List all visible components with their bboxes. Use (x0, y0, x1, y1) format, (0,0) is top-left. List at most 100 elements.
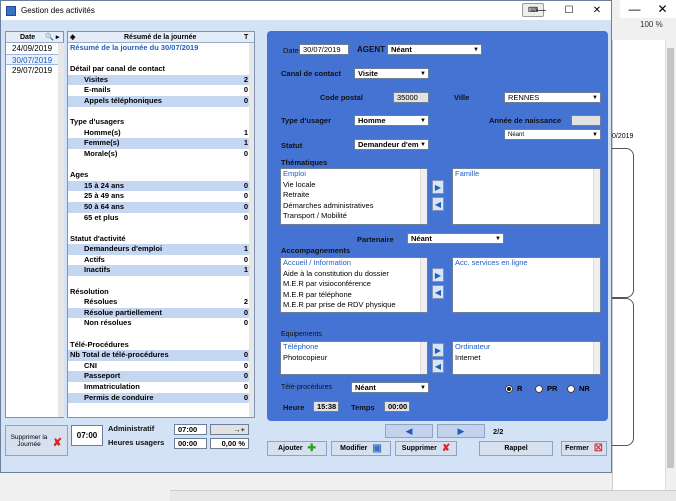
status-dropdown[interactable]: Demandeur d'em ▼ (354, 139, 429, 150)
city-dropdown[interactable]: RENNES ▼ (504, 92, 601, 103)
summary-row[interactable]: Résolue partiellement 0 (68, 307, 254, 319)
summary-row[interactable] (68, 276, 254, 287)
thematics-available-list[interactable]: Emploi Vie locale Retraite Démarches admini… (280, 168, 428, 225)
summary-row[interactable]: Résolution (68, 287, 254, 298)
summary-row[interactable]: Passeport 0 (68, 371, 254, 382)
postal-code-field[interactable]: 35000 (393, 92, 429, 103)
summary-row[interactable]: Morale(s) 0 (68, 149, 254, 160)
date-field[interactable]: 30/07/2019 (299, 44, 349, 55)
date-list-item[interactable]: 24/09/2019 (6, 43, 63, 54)
summary-row[interactable] (68, 329, 254, 340)
title-bar[interactable]: Gestion des activités ⌨ — ☐ ✕ (1, 1, 611, 20)
summary-row[interactable] (68, 107, 254, 118)
list-option[interactable]: Vie locale (281, 180, 427, 191)
support-selected-list[interactable]: Acc. services en ligne (452, 257, 601, 313)
add-equipment-button[interactable]: ▶ (432, 343, 444, 357)
summary-row[interactable]: Actifs 0 (68, 255, 254, 266)
add-thematic-button[interactable]: ▶ (432, 180, 444, 194)
summary-row[interactable]: Détail par canal de contact (68, 64, 254, 75)
summary-row[interactable]: 65 et plus 0 (68, 213, 254, 224)
add-button[interactable]: Ajouter ✚ (267, 441, 327, 456)
summary-row[interactable]: Résolues 2 (68, 297, 254, 308)
summary-row[interactable]: Immatriculation 0 (68, 382, 254, 393)
birth-year-field[interactable] (571, 115, 601, 126)
summary-row[interactable]: Télé-Procédures (68, 340, 254, 351)
remove-equipment-button[interactable]: ◀ (432, 359, 444, 373)
radio-pr[interactable]: PR (535, 384, 557, 393)
list-option[interactable]: Ordinateur (453, 342, 600, 353)
list-scrollbar[interactable] (593, 169, 600, 224)
canal-dropdown[interactable]: Visite ▼ (354, 68, 429, 79)
radio-r[interactable]: R (505, 384, 522, 393)
background-scroll-thumb[interactable] (667, 48, 674, 468)
summary-row[interactable]: Demandeurs d'emploi 1 (68, 244, 254, 255)
edit-button[interactable]: Modifier ▣ (331, 441, 391, 456)
summary-row[interactable]: Visites 2 (68, 74, 254, 86)
list-option[interactable]: Famille (453, 169, 600, 180)
summary-row[interactable]: Appels téléphoniques 0 (68, 95, 254, 107)
remove-support-button[interactable]: ◀ (432, 285, 444, 299)
list-option[interactable]: Transport / Mobilité (281, 211, 427, 222)
list-scrollbar[interactable] (593, 258, 600, 312)
equipment-available-list[interactable]: Téléphone Photocopieur (280, 341, 428, 375)
summary-row[interactable]: 25 à 49 ans 0 (68, 191, 254, 202)
list-option[interactable]: Emploi (281, 169, 427, 180)
summary-scrollbar[interactable] (249, 43, 254, 417)
birth-year-dropdown[interactable]: Néant ▼ (504, 129, 601, 140)
summary-row[interactable] (68, 160, 254, 171)
equipment-selected-list[interactable]: Ordinateur Internet (452, 341, 601, 375)
summary-row[interactable] (68, 223, 254, 234)
list-option[interactable]: Accueil / Information (281, 258, 427, 269)
close-form-button[interactable]: Fermer ☒ (561, 441, 607, 456)
user-type-dropdown[interactable]: Homme ▼ (354, 115, 429, 126)
delete-button[interactable]: Supprimer ✘ (395, 441, 457, 456)
add-support-button[interactable]: ▶ (432, 268, 444, 282)
background-horizontal-scrollbar[interactable] (170, 490, 676, 501)
admin-time-field[interactable]: 07:00 (174, 424, 207, 435)
teleprocedure-dropdown[interactable]: Néant ▼ (351, 382, 429, 393)
list-scrollbar[interactable] (420, 258, 427, 312)
summary-row[interactable]: Type d'usagers (68, 117, 254, 128)
summary-row[interactable]: Résumé de la journée du 30/07/2019 (68, 43, 254, 54)
close-button[interactable]: ✕ (583, 1, 611, 20)
date-list-scrollbar[interactable] (58, 43, 64, 417)
summary-row[interactable]: Homme(s) 1 (68, 128, 254, 139)
list-option[interactable]: M.E.R par prise de RDV physique (281, 300, 427, 311)
list-option[interactable]: Photocopieur (281, 353, 427, 364)
summary-row[interactable]: Permis de conduire 0 (68, 392, 254, 404)
background-close-icon[interactable]: ✕ (657, 2, 667, 16)
delete-day-button[interactable]: Supprimer la Journée ✘ (5, 425, 68, 456)
summary-row[interactable] (68, 54, 254, 65)
list-option[interactable]: Acc. services en ligne (453, 258, 600, 269)
maximize-button[interactable]: ☐ (555, 1, 583, 20)
background-minimize-icon[interactable]: — (628, 2, 640, 16)
sort-arrow-icon[interactable]: ▸ (54, 33, 60, 41)
list-option[interactable]: Téléphone (281, 342, 427, 353)
admin-adjust[interactable]: →+ (210, 424, 249, 435)
previous-page-button[interactable]: ◀ (385, 424, 433, 438)
date-column-header[interactable]: Date 🔍 ▸ (6, 32, 63, 43)
summary-row[interactable]: Statut d'activité (68, 234, 254, 245)
list-scrollbar[interactable] (420, 342, 427, 374)
list-option[interactable]: Retraite (281, 190, 427, 201)
remove-thematic-button[interactable]: ◀ (432, 197, 444, 211)
minimize-button[interactable]: — (527, 1, 555, 20)
list-option[interactable]: Démarches administratives (281, 201, 427, 212)
menu-icon[interactable]: ◈ (70, 33, 75, 41)
summary-row[interactable]: Nb Total de télé-procédures 0 (68, 350, 254, 361)
radio-nr[interactable]: NR (567, 384, 590, 393)
search-icon[interactable]: 🔍 (35, 33, 54, 41)
hour-field[interactable]: 15:38 (313, 401, 339, 412)
list-scrollbar[interactable] (593, 342, 600, 374)
list-option[interactable]: M.E.R par visioconférence (281, 279, 427, 290)
summary-row[interactable]: CNI 0 (68, 361, 254, 372)
date-list-item[interactable]: 30/07/2019 (6, 54, 63, 65)
summary-row[interactable]: Ages (68, 170, 254, 181)
date-list-item[interactable]: 29/07/2019 (6, 65, 63, 76)
reminder-button[interactable]: Rappel (479, 441, 553, 456)
list-option[interactable]: M.E.R par téléphone (281, 290, 427, 301)
list-option[interactable]: Internet (453, 353, 600, 364)
partner-dropdown[interactable]: Néant ▼ (407, 233, 504, 244)
summary-row[interactable]: Inactifs 1 (68, 265, 254, 277)
next-page-button[interactable]: ▶ (437, 424, 485, 438)
